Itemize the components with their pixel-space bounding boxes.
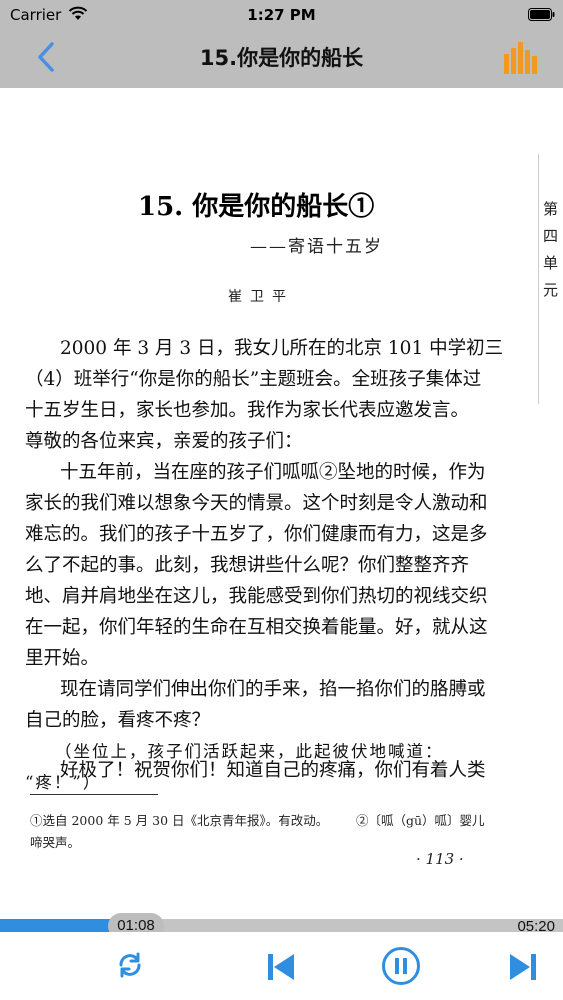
- previous-track-icon[interactable]: [266, 952, 296, 982]
- margin-rule: [538, 154, 539, 404]
- body-line: 在一起，你们年轻的生命在互相交换着能量。好，就从这: [25, 617, 488, 638]
- body-line: 尊敬的各位来宾，亲爱的孩子们：: [25, 431, 303, 452]
- footnote: ②〔呱（gū）呱〕婴儿: [356, 813, 485, 828]
- chapter-title: 15. 你是你的船长①: [138, 192, 375, 222]
- pause-icon[interactable]: [381, 946, 421, 986]
- footnote: 啼哭声。: [30, 835, 81, 850]
- battery-icon: [528, 8, 555, 21]
- top-bar: Carrier 1:27 PM 15.你是你的船长: [0, 0, 563, 88]
- body-line: 现在请同学们伸出你们的手来，掐一掐你们的胳膊或: [60, 679, 486, 700]
- progress-fill: [0, 919, 120, 932]
- footnote: ①选自 2000 年 5 月 30 日《北京青年报》。有改动。: [30, 813, 329, 828]
- repeat-icon[interactable]: [117, 952, 143, 978]
- body-line: 家长的我们难以想象今天的情景。这个时刻是令人激动和: [25, 493, 488, 514]
- page-title: 15.你是你的船长: [199, 46, 364, 70]
- body-line: 好极了！祝贺你们！知道自己的疼痛，你们有着人类: [60, 760, 486, 781]
- next-track-icon[interactable]: [508, 952, 538, 982]
- body-line: 自己的脸，看疼不疼？: [25, 710, 211, 731]
- page-number: · 113 ·: [416, 850, 464, 868]
- back-chevron-icon[interactable]: [34, 40, 60, 74]
- body-line: 难忘的。我们的孩子十五岁了，你们健康而有力，这是多: [25, 524, 488, 545]
- bar-chart-icon[interactable]: [504, 42, 537, 74]
- player-controls: [0, 932, 563, 1000]
- body-line: （4）班举行“你是你的船长”主题班会。全班孩子集体过: [25, 369, 482, 390]
- chapter-author: 崔卫平: [228, 289, 294, 305]
- unit-side-label: 第四单元: [543, 200, 559, 299]
- body-line: 十五年前，当在座的孩子们呱呱②坠地的时候，作为: [60, 462, 486, 483]
- status-time: 1:27 PM: [247, 6, 316, 24]
- status-bar: Carrier 1:27 PM: [0, 0, 563, 30]
- body-line: 地、肩并肩地坐在这儿，我能感受到你们热切的视线交织: [25, 586, 488, 607]
- body-line: 十五岁生日，家长也参加。我作为家长代表应邀发言。: [25, 400, 470, 421]
- body-line: 2000 年 3 月 3 日，我女儿所在的北京 101 中学初三: [60, 338, 504, 359]
- body-line: 里开始。: [25, 648, 100, 669]
- body-line: 么了不起的事。此刻，我想讲些什么呢？你们整整齐齐: [25, 555, 470, 576]
- textbook-page: 第四单元 15. 你是你的船长① ——寄语十五岁 崔卫平 2000 年 3 月 …: [0, 88, 563, 915]
- footnote-rule: [30, 794, 158, 795]
- progress-bar[interactable]: [0, 919, 563, 932]
- chapter-subtitle: ——寄语十五岁: [250, 237, 383, 257]
